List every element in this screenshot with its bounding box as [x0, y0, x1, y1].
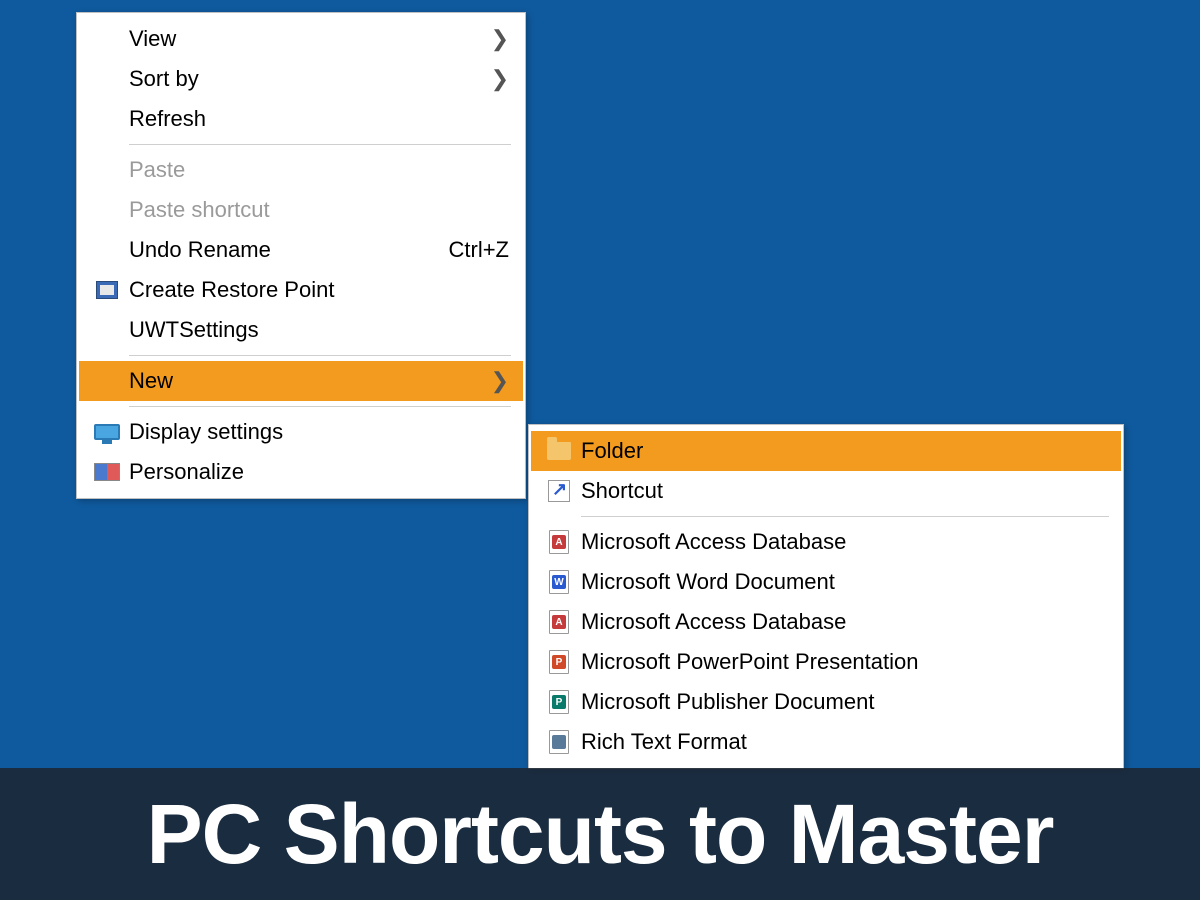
menu-item-label: Sort by	[129, 66, 485, 92]
icon-slot: A	[537, 530, 581, 554]
menu-item-new[interactable]: New ❯	[79, 361, 523, 401]
menu-item-label: Folder	[581, 438, 1107, 464]
menu-item-label: Display settings	[129, 419, 509, 445]
menu-separator	[129, 406, 511, 407]
menu-item-shortcut: Ctrl+Z	[449, 237, 510, 263]
rtf-icon	[549, 730, 569, 754]
chevron-right-icon: ❯	[485, 368, 509, 394]
badge: P	[552, 655, 566, 669]
word-icon: W	[549, 570, 569, 594]
caption-text: PC Shortcuts to Master	[147, 786, 1054, 883]
badge	[552, 735, 566, 749]
menu-item-create-restore-point[interactable]: Create Restore Point	[79, 270, 523, 310]
menu-item-label: New	[129, 368, 485, 394]
shortcut-icon	[548, 480, 570, 502]
badge: A	[552, 615, 566, 629]
icon-slot	[537, 442, 581, 460]
menu-item-label: Microsoft Access Database	[581, 529, 1107, 555]
icon-slot	[537, 730, 581, 754]
icon-slot	[85, 424, 129, 440]
badge: P	[552, 695, 566, 709]
icon-slot	[85, 281, 129, 299]
menu-item-paste: Paste	[79, 150, 523, 190]
menu-item-personalize[interactable]: Personalize	[79, 452, 523, 492]
menu-item-view[interactable]: View ❯	[79, 19, 523, 59]
icon-slot: P	[537, 650, 581, 674]
menu-item-label: Refresh	[129, 106, 509, 132]
desktop-context-menu: View ❯ Sort by ❯ Refresh Paste Paste sho…	[76, 12, 526, 499]
monitor-icon	[94, 424, 120, 440]
menu-item-label: Undo Rename	[129, 237, 429, 263]
icon-slot	[85, 463, 129, 481]
caption-overlay: PC Shortcuts to Master	[0, 768, 1200, 900]
submenu-item-shortcut[interactable]: Shortcut	[531, 471, 1121, 511]
submenu-item-powerpoint[interactable]: P Microsoft PowerPoint Presentation	[531, 642, 1121, 682]
menu-item-undo-rename[interactable]: Undo Rename Ctrl+Z	[79, 230, 523, 270]
chevron-right-icon: ❯	[485, 26, 509, 52]
menu-item-label: Microsoft Word Document	[581, 569, 1107, 595]
menu-separator	[129, 144, 511, 145]
menu-item-label: Rich Text Format	[581, 729, 1107, 755]
access-icon: A	[549, 610, 569, 634]
folder-icon	[547, 442, 571, 460]
submenu-item-publisher[interactable]: P Microsoft Publisher Document	[531, 682, 1121, 722]
publisher-icon: P	[549, 690, 569, 714]
menu-item-label: Microsoft Publisher Document	[581, 689, 1107, 715]
restore-point-icon	[96, 281, 118, 299]
menu-item-label: UWTSettings	[129, 317, 509, 343]
icon-slot	[537, 480, 581, 502]
submenu-item-word-document[interactable]: W Microsoft Word Document	[531, 562, 1121, 602]
submenu-item-folder[interactable]: Folder	[531, 431, 1121, 471]
menu-item-label: Paste shortcut	[129, 197, 509, 223]
new-submenu: Folder Shortcut A Microsoft Access Datab…	[528, 424, 1124, 769]
menu-item-label: View	[129, 26, 485, 52]
access-icon: A	[549, 530, 569, 554]
powerpoint-icon: P	[549, 650, 569, 674]
badge: W	[552, 575, 566, 589]
submenu-item-access-database[interactable]: A Microsoft Access Database	[531, 522, 1121, 562]
icon-slot: P	[537, 690, 581, 714]
menu-item-label: Microsoft Access Database	[581, 609, 1107, 635]
menu-item-label: Create Restore Point	[129, 277, 509, 303]
chevron-right-icon: ❯	[485, 66, 509, 92]
menu-item-paste-shortcut: Paste shortcut	[79, 190, 523, 230]
menu-item-sort-by[interactable]: Sort by ❯	[79, 59, 523, 99]
menu-item-label: Personalize	[129, 459, 509, 485]
icon-slot: W	[537, 570, 581, 594]
menu-separator	[129, 355, 511, 356]
submenu-item-rich-text[interactable]: Rich Text Format	[531, 722, 1121, 762]
menu-item-display-settings[interactable]: Display settings	[79, 412, 523, 452]
menu-item-label: Shortcut	[581, 478, 1107, 504]
icon-slot: A	[537, 610, 581, 634]
menu-separator	[581, 516, 1109, 517]
submenu-item-access-database-2[interactable]: A Microsoft Access Database	[531, 602, 1121, 642]
badge: A	[552, 535, 566, 549]
menu-item-refresh[interactable]: Refresh	[79, 99, 523, 139]
personalize-icon	[94, 463, 120, 481]
menu-item-uwt-settings[interactable]: UWTSettings	[79, 310, 523, 350]
menu-item-label: Paste	[129, 157, 509, 183]
menu-item-label: Microsoft PowerPoint Presentation	[581, 649, 1107, 675]
